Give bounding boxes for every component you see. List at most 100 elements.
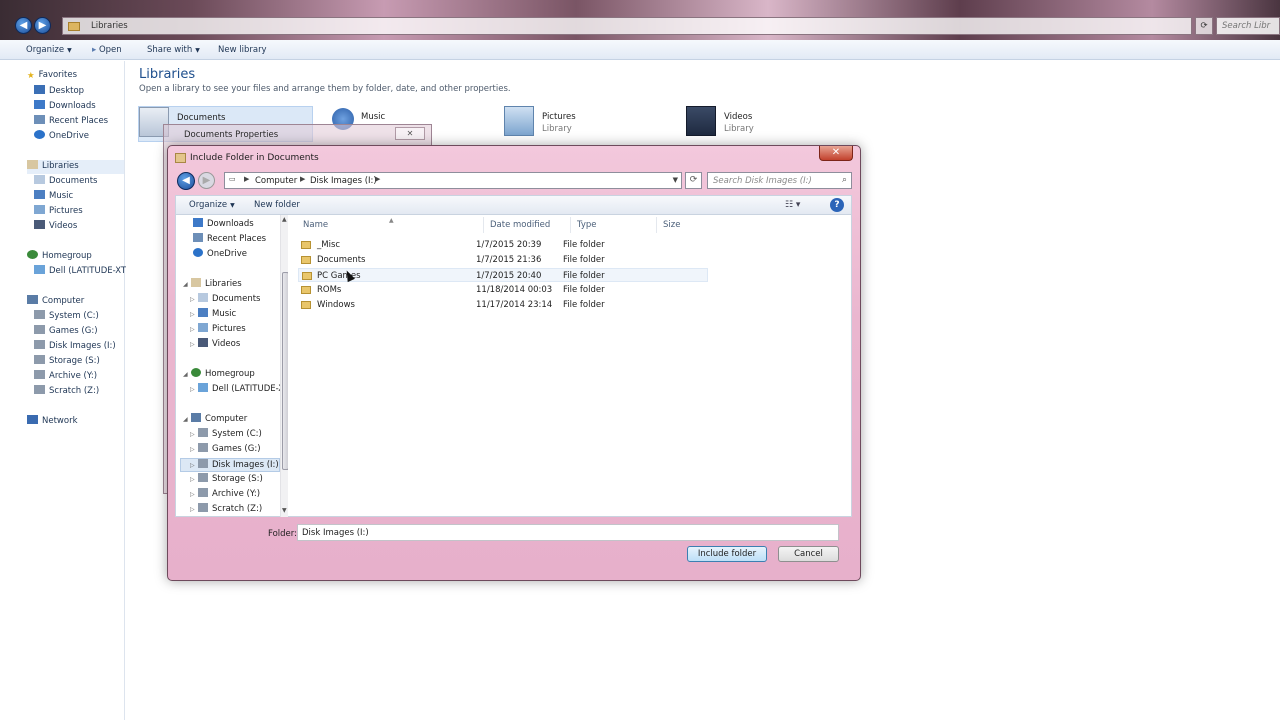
tree-homegroup[interactable]: ◢ Homegroup: [183, 368, 255, 382]
page-description: Open a library to see your files and arr…: [139, 84, 511, 94]
properties-close-icon[interactable]: ✕: [395, 127, 425, 140]
column-date-modified[interactable]: Date modified: [490, 220, 550, 230]
tree-item-scratch[interactable]: ▷ Scratch (Z:): [190, 503, 262, 517]
sidebar-item-music[interactable]: Music: [34, 190, 73, 204]
back-button[interactable]: ◀: [15, 17, 32, 34]
sidebar-item-downloads[interactable]: Downloads: [34, 100, 96, 114]
sidebar-item-disk-images[interactable]: Disk Images (I:): [34, 340, 116, 354]
tree-scrollbar[interactable]: ▲ ▼: [280, 215, 288, 517]
organize-menu[interactable]: Organize ▼: [26, 45, 72, 55]
share-with-menu[interactable]: Share with ▼: [147, 45, 200, 55]
sidebar-favorites[interactable]: ★ Favorites: [27, 70, 77, 84]
homegroup-icon: [191, 368, 201, 377]
scroll-up-icon[interactable]: ▲: [282, 216, 287, 223]
sidebar-item-documents[interactable]: Documents: [34, 175, 97, 189]
scrollbar-thumb[interactable]: [282, 272, 288, 470]
help-icon[interactable]: ?: [830, 198, 844, 212]
dialog-close-button[interactable]: ✕: [819, 146, 853, 161]
column-divider: [483, 217, 484, 233]
drive-icon: [34, 355, 45, 364]
recent-places-icon: [34, 115, 45, 124]
folder-icon: [302, 272, 312, 280]
file-row[interactable]: _Misc 1/7/2015 20:39 File folder: [298, 238, 708, 252]
folder-field[interactable]: Disk Images (I:): [297, 524, 839, 541]
sidebar-item-dell[interactable]: Dell (LATITUDE-XT2: [34, 265, 132, 279]
sidebar-libraries[interactable]: Libraries: [27, 160, 124, 174]
sidebar-network[interactable]: Network: [27, 415, 78, 429]
open-button[interactable]: ▸ Open: [92, 45, 122, 55]
breadcrumb-disk-images[interactable]: Disk Images (I:): [310, 176, 377, 186]
file-row[interactable]: Windows 11/17/2014 23:14 File folder: [298, 298, 708, 312]
refresh-icon[interactable]: ⟳: [1195, 17, 1213, 35]
file-row[interactable]: PC Games 1/7/2015 20:40 File folder: [298, 268, 708, 282]
tree-item-videos[interactable]: ▷ Videos: [190, 338, 240, 352]
tree-item-archive[interactable]: ▷ Archive (Y:): [190, 488, 260, 502]
tree-item-pictures[interactable]: ▷ Pictures: [190, 323, 246, 337]
forward-button[interactable]: ▶: [34, 17, 51, 34]
cancel-button[interactable]: Cancel: [778, 546, 839, 562]
column-size[interactable]: Size: [663, 220, 680, 230]
pictures-icon: [34, 205, 45, 214]
tree-item-games[interactable]: ▷ Games (G:): [190, 443, 261, 457]
view-options-icon[interactable]: ☷ ▾: [785, 200, 800, 210]
chevron-right-icon: ▶: [244, 175, 250, 183]
library-videos[interactable]: Videos Library: [686, 106, 861, 142]
tree-item-disk-images[interactable]: ▷ Disk Images (I:): [180, 458, 280, 472]
tree-item-system[interactable]: ▷ System (C:): [190, 428, 262, 442]
tree-libraries[interactable]: ◢ Libraries: [183, 278, 242, 292]
address-bar[interactable]: Libraries: [62, 17, 1192, 35]
tree-item-dell[interactable]: ▷ Dell (LATITUDE-X: [190, 383, 284, 397]
tree-item-downloads[interactable]: Downloads: [193, 218, 254, 232]
tree-computer[interactable]: ◢ Computer: [183, 413, 247, 427]
address-crumb[interactable]: Libraries: [91, 21, 128, 31]
drive-icon: [34, 325, 45, 334]
breadcrumb-computer[interactable]: Computer: [255, 176, 297, 186]
scroll-down-icon[interactable]: ▼: [282, 507, 287, 514]
tree-item-music[interactable]: ▷ Music: [190, 308, 236, 322]
include-folder-button[interactable]: Include folder: [687, 546, 767, 562]
tree-item-recent-places[interactable]: Recent Places: [193, 233, 266, 247]
sidebar-item-pictures[interactable]: Pictures: [34, 205, 83, 219]
drive-icon: [198, 488, 208, 497]
pictures-icon: [198, 323, 208, 332]
chevron-down-icon[interactable]: ▼: [673, 176, 678, 184]
file-row[interactable]: Documents 1/7/2015 21:36 File folder: [298, 253, 708, 267]
drive-icon: [198, 459, 208, 468]
drive-icon: [34, 370, 45, 379]
sidebar-item-games[interactable]: Games (G:): [34, 325, 98, 339]
dialog-search-input[interactable]: Search Disk Images (I:) ⌕: [707, 172, 852, 189]
dialog-forward-button[interactable]: ▶: [198, 172, 215, 189]
sidebar-homegroup[interactable]: Homegroup: [27, 250, 92, 264]
sidebar-item-onedrive[interactable]: OneDrive: [34, 130, 89, 144]
user-icon: [34, 265, 45, 274]
dialog-back-button[interactable]: ◀: [177, 172, 195, 190]
sort-up-icon: ▲: [389, 217, 394, 224]
sidebar-item-storage[interactable]: Storage (S:): [34, 355, 100, 369]
library-pictures[interactable]: Pictures Library: [504, 106, 679, 142]
sidebar-item-system[interactable]: System (C:): [34, 310, 99, 324]
dialog-organize-menu[interactable]: Organize ▼: [189, 200, 235, 210]
column-name[interactable]: Name ▲: [303, 217, 394, 230]
folder-icon: [175, 153, 186, 163]
new-folder-button[interactable]: New folder: [254, 200, 300, 210]
dialog-refresh-icon[interactable]: ⟳: [685, 172, 702, 189]
tree-item-documents[interactable]: ▷ Documents: [190, 293, 260, 307]
tree-item-onedrive[interactable]: OneDrive: [193, 248, 247, 262]
file-row[interactable]: ROMs 11/18/2014 00:03 File folder: [298, 283, 708, 297]
sidebar-computer[interactable]: Computer: [27, 295, 84, 309]
sidebar-item-scratch[interactable]: Scratch (Z:): [34, 385, 99, 399]
sidebar-item-desktop[interactable]: Desktop: [34, 85, 84, 99]
sidebar-item-videos[interactable]: Videos: [34, 220, 77, 234]
column-type[interactable]: Type: [577, 220, 597, 230]
column-divider: [570, 217, 571, 233]
user-icon: [198, 383, 208, 392]
chevron-right-icon: ▶: [300, 175, 306, 183]
search-input[interactable]: Search Libr: [1216, 17, 1280, 35]
drive-icon: ▭: [229, 175, 236, 183]
command-bar: Organize ▼ ▸ Open Share with ▼ New library: [0, 40, 1280, 60]
sidebar-item-archive[interactable]: Archive (Y:): [34, 370, 97, 384]
dialog-address-bar[interactable]: ▭ ▶ Computer ▶ Disk Images (I:) ▶ ▼: [224, 172, 682, 189]
new-library-button[interactable]: New library: [218, 45, 267, 55]
tree-item-storage[interactable]: ▷ Storage (S:): [190, 473, 263, 487]
sidebar-item-recent-places[interactable]: Recent Places: [34, 115, 108, 129]
